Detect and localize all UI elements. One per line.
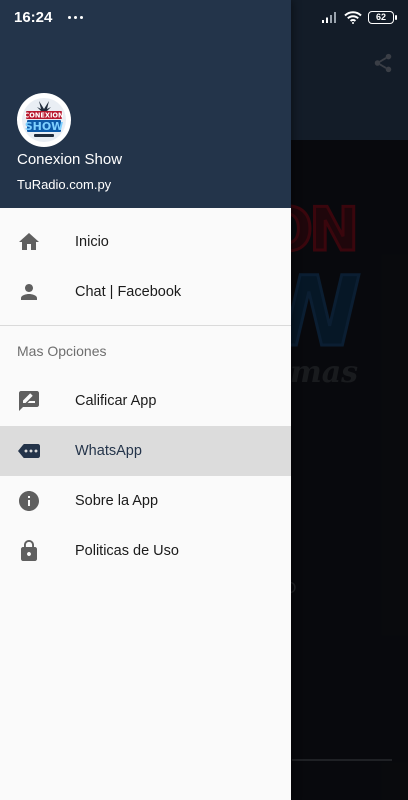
person-icon <box>21 284 37 300</box>
more-notifications-icon <box>68 15 84 19</box>
conexion-show-logo: CONEXION SHOW <box>18 94 70 146</box>
menu-item-whatsapp[interactable]: WhatsApp <box>0 426 291 476</box>
section-label: Mas Opciones <box>17 343 107 359</box>
menu-item-inicio[interactable]: Inicio <box>0 217 291 267</box>
drawer-menu: Inicio Chat | Facebook Mas Opciones Cali… <box>0 208 291 576</box>
svg-text:SHOW: SHOW <box>25 120 64 133</box>
menu-item-label: Inicio <box>75 234 109 250</box>
home-icon <box>19 233 39 250</box>
app-title: Conexion Show <box>17 151 123 168</box>
menu-item-label: Sobre la App <box>75 493 159 509</box>
status-bar: 16:24 62 <box>0 0 408 34</box>
status-time: 16:24 <box>14 8 53 26</box>
app-subtitle: TuRadio.com.py <box>17 177 112 192</box>
menu-item-politicas-de-uso[interactable]: Politicas de Uso <box>0 526 291 576</box>
info-icon <box>19 491 39 511</box>
lock-icon <box>21 540 37 561</box>
menu-item-label: Politicas de Uso <box>75 543 179 559</box>
wifi-icon <box>344 10 362 24</box>
menu-item-label: Chat | Facebook <box>75 284 182 300</box>
rate-review-icon <box>19 391 39 411</box>
app-logo-avatar: CONEXION SHOW <box>17 93 71 147</box>
signal-icon <box>322 12 336 23</box>
battery-icon: 62 <box>368 10 397 24</box>
message-tag-icon <box>18 444 40 458</box>
menu-item-chat-facebook[interactable]: Chat | Facebook <box>0 267 291 317</box>
menu-item-calificar-app[interactable]: Calificar App <box>0 376 291 426</box>
menu-item-sobre-la-app[interactable]: Sobre la App <box>0 476 291 526</box>
menu-item-label: Calificar App <box>75 393 157 409</box>
navigation-drawer: CONEXION SHOW Conexion Show TuRadio.com.… <box>0 0 291 800</box>
menu-item-label: WhatsApp <box>75 443 142 459</box>
svg-text:CONEXION: CONEXION <box>24 112 63 120</box>
